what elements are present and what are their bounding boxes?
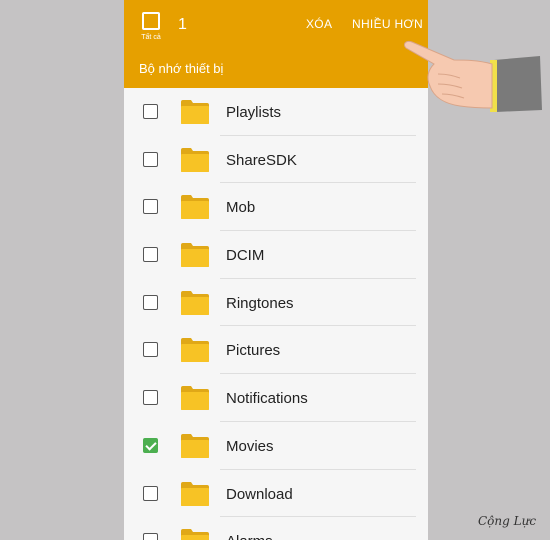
folder-list: Playlists ShareSDK Mob DCIM Ringtones Picture… — [124, 88, 428, 540]
folder-name: Ringtones — [226, 294, 294, 312]
more-button[interactable]: NHIỀU HƠN — [352, 17, 423, 31]
watermark-text: Cộng Lực — [478, 514, 537, 528]
folder-icon — [181, 195, 209, 220]
folder-row[interactable]: Playlists — [124, 88, 428, 136]
folder-name: ShareSDK — [226, 151, 297, 169]
folder-checkbox[interactable] — [143, 485, 158, 501]
folder-icon — [181, 433, 209, 458]
folder-row[interactable]: Mob — [124, 183, 428, 232]
folder-checkbox[interactable] — [143, 342, 158, 358]
select-all-checkbox[interactable] — [142, 12, 160, 30]
folder-checkbox[interactable] — [143, 533, 158, 540]
folder-row[interactable]: Download — [124, 470, 428, 518]
folder-icon — [181, 100, 209, 124]
folder-checkbox[interactable] — [143, 247, 158, 263]
folder-icon — [181, 529, 209, 540]
folder-row[interactable]: Notifications — [124, 374, 428, 422]
folder-name: Playlists — [226, 104, 282, 121]
folder-checkbox[interactable] — [143, 437, 158, 453]
folder-name: Alarms — [226, 533, 273, 540]
folder-checkbox[interactable] — [143, 104, 158, 119]
storage-breadcrumb[interactable]: Bộ nhớ thiết bị — [139, 61, 223, 76]
folder-row[interactable]: DCIM — [124, 231, 428, 279]
pointing-hand-icon — [403, 41, 542, 112]
selected-count: 1 — [178, 16, 187, 33]
folder-checkbox[interactable] — [143, 151, 158, 167]
folder-icon — [181, 338, 209, 363]
folder-name: Notifications — [226, 390, 308, 408]
folder-row[interactable]: Movies — [124, 422, 428, 470]
folder-name: Pictures — [226, 342, 281, 360]
folder-name: Mob — [226, 199, 256, 217]
folder-icon — [181, 147, 209, 172]
select-all-label: Tất cả — [141, 34, 161, 41]
folder-name: Download — [226, 485, 293, 503]
folder-checkbox[interactable] — [143, 390, 158, 406]
folder-row[interactable]: ShareSDK — [124, 136, 428, 184]
folder-checkbox[interactable] — [143, 199, 158, 215]
folder-icon — [181, 481, 209, 506]
delete-button[interactable]: XÓA — [306, 17, 332, 31]
folder-row[interactable]: Ringtones — [124, 279, 428, 327]
file-manager-screen: Tất cả 1 XÓA NHIỀU HƠN Bộ nhớ thiết bị P… — [124, 0, 428, 540]
folder-checkbox[interactable] — [143, 294, 158, 310]
folder-name: Movies — [226, 437, 274, 455]
selection-toolbar: Tất cả 1 XÓA NHIỀU HƠN Bộ nhớ thiết bị — [124, 0, 428, 88]
folder-row[interactable]: Pictures — [124, 326, 428, 375]
folder-icon — [181, 290, 209, 315]
folder-icon — [181, 243, 209, 268]
folder-name: DCIM — [226, 247, 265, 265]
folder-icon — [181, 386, 209, 411]
folder-row[interactable]: Alarms — [124, 517, 428, 540]
